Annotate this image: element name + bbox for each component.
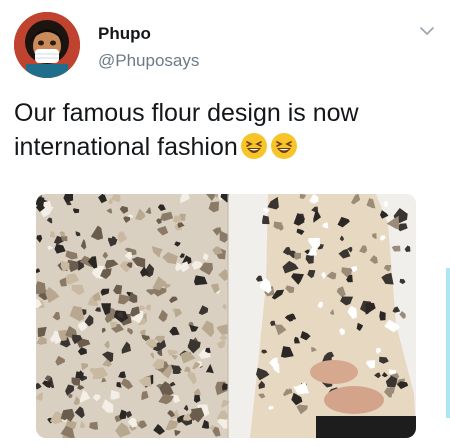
tweet-text: Our famous flour design is now internati…	[14, 96, 434, 164]
chevron-down-icon[interactable]	[418, 22, 436, 40]
laughing-face-icon	[240, 132, 268, 160]
tweet-card: Phupo @Phuposays Our famous flour design…	[0, 0, 450, 447]
tweet-body: Our famous flour design is now internati…	[14, 99, 359, 161]
tweet-media-image[interactable]	[36, 194, 416, 438]
tweet-header: Phupo @Phuposays	[14, 12, 440, 82]
user-handle[interactable]: @Phuposays	[98, 51, 199, 71]
laughing-face-icon	[270, 132, 298, 160]
display-name[interactable]: Phupo	[98, 24, 151, 44]
avatar[interactable]	[14, 12, 80, 78]
scrollbar[interactable]	[446, 268, 450, 418]
